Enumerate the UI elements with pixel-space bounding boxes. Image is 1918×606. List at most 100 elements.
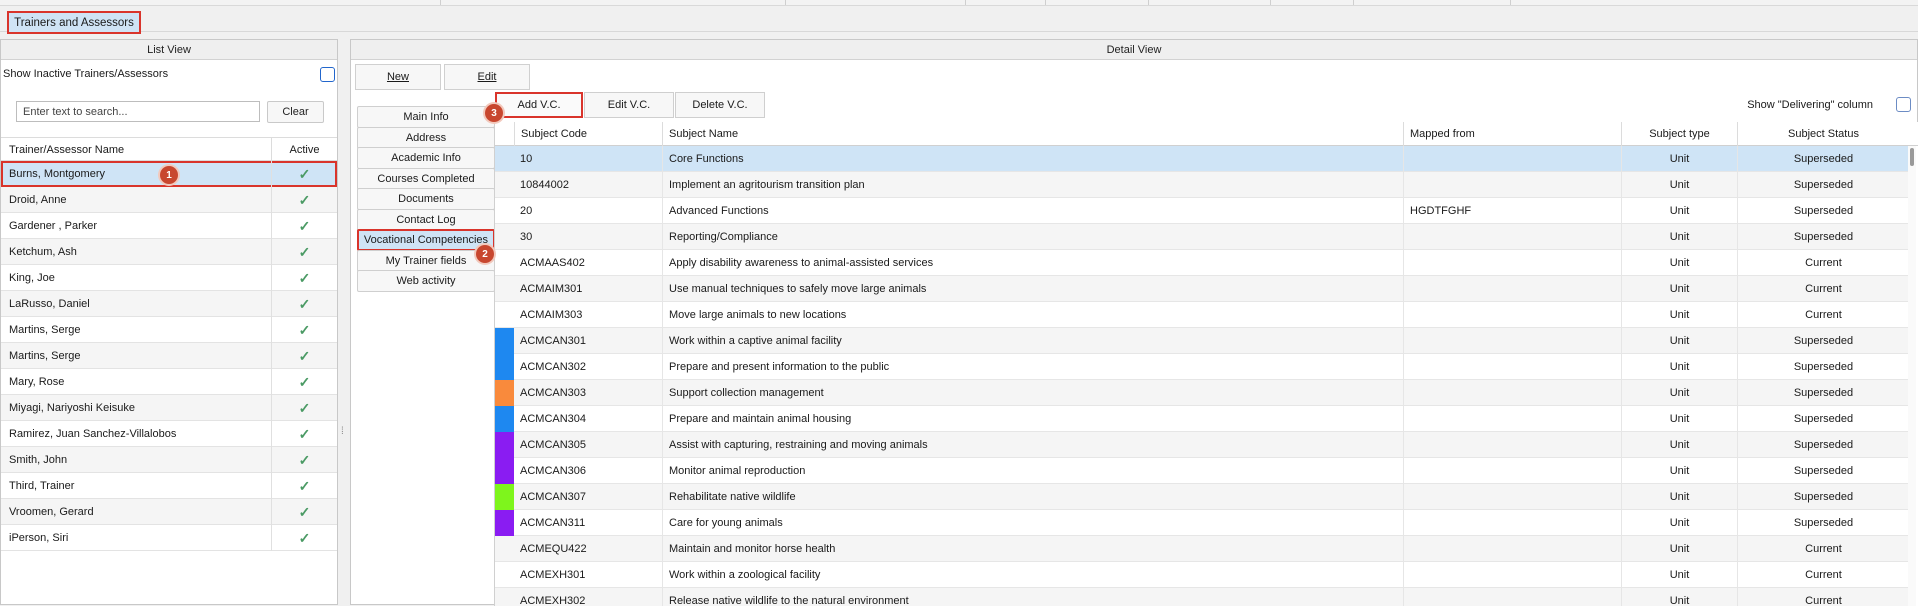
add-vc-button[interactable]: Add V.C.: [495, 92, 583, 118]
competency-row[interactable]: ACMAIM303 Move large animals to new locat…: [495, 302, 1909, 328]
show-delivering-label: Show "Delivering" column: [1747, 99, 1873, 111]
trainer-name: Droid, Anne: [9, 194, 67, 206]
clear-button[interactable]: Clear: [267, 101, 324, 123]
competency-row[interactable]: ACMAAS402 Apply disability awareness to a…: [495, 250, 1909, 276]
trainer-list-row[interactable]: Ketchum, Ash ✓: [1, 239, 337, 265]
cell-mapped: [1403, 458, 1621, 484]
detail-view-title: Detail View: [351, 40, 1917, 60]
competency-row[interactable]: ACMCAN303 Support collection management Un…: [495, 380, 1909, 406]
trainer-list-row[interactable]: Smith, John ✓: [1, 447, 337, 473]
competency-row[interactable]: ACMEXH302 Release native wildlife to the …: [495, 588, 1909, 606]
tab-trainers-and-assessors[interactable]: Trainers and Assessors: [7, 11, 141, 34]
column-header-subject-status[interactable]: Subject Status: [1737, 122, 1909, 146]
cell-name: Prepare and present information to the p…: [662, 354, 1403, 380]
trainer-list-row[interactable]: Third, Trainer ✓: [1, 473, 337, 499]
active-check-icon: ✓: [271, 499, 337, 525]
cell-code: 10: [520, 153, 533, 165]
row-color-indicator: [495, 510, 514, 536]
show-delivering-checkbox[interactable]: [1896, 97, 1911, 112]
show-inactive-checkbox[interactable]: [320, 67, 335, 82]
cell-name: Release native wildlife to the natural e…: [662, 588, 1403, 606]
column-header-subject-name[interactable]: Subject Name: [662, 122, 1403, 146]
cell-name: Work within a zoological facility: [662, 562, 1403, 588]
trainer-list-row[interactable]: Droid, Anne ✓: [1, 187, 337, 213]
column-header-name[interactable]: Trainer/Assessor Name: [9, 138, 124, 162]
grid-body: 10 Core Functions Unit Superseded 10844002 Im…: [495, 146, 1909, 606]
trainer-list-row[interactable]: Ramirez, Juan Sanchez-Villalobos ✓: [1, 421, 337, 447]
panel-splitter-handle[interactable]: ⁞: [341, 427, 347, 444]
delete-vc-button[interactable]: Delete V.C.: [675, 92, 765, 118]
active-check-icon: ✓: [271, 187, 337, 213]
side-tab-contact-log[interactable]: Contact Log: [357, 208, 495, 231]
trainer-list-row[interactable]: iPerson, Siri ✓: [1, 525, 337, 551]
cell-status: Superseded: [1737, 510, 1909, 536]
cell-mapped: [1403, 484, 1621, 510]
trainer-list-row[interactable]: LaRusso, Daniel ✓: [1, 291, 337, 317]
edit-vc-button[interactable]: Edit V.C.: [584, 92, 674, 118]
column-header-subject-code[interactable]: Subject Code: [514, 122, 662, 146]
competency-row[interactable]: ACMCAN311 Care for young animals Unit Super…: [495, 510, 1909, 536]
list-table-header: Trainer/Assessor Name Active: [1, 137, 337, 162]
active-check-icon: ✓: [271, 525, 337, 551]
cell-type: Unit: [1621, 432, 1737, 458]
search-input[interactable]: [16, 101, 260, 122]
cell-name: Rehabilitate native wildlife: [662, 484, 1403, 510]
competency-row[interactable]: ACMCAN301 Work within a captive animal fa…: [495, 328, 1909, 354]
new-button[interactable]: New: [355, 64, 441, 90]
competency-row[interactable]: ACMCAN306 Monitor animal reproduction Unit…: [495, 458, 1909, 484]
cell-code: 20: [520, 205, 533, 217]
side-tab-web-activity[interactable]: Web activity: [357, 270, 495, 292]
side-tab-courses-completed[interactable]: Courses Completed: [357, 167, 495, 190]
trainer-list: Burns, Montgomery ✓ Droid, Anne ✓ Gardener ,…: [1, 161, 337, 551]
competency-row[interactable]: ACMEXH301 Work within a zoological facili…: [495, 562, 1909, 588]
competency-row[interactable]: 20 Advanced Functions HGDTFGHF Unit Supersed…: [495, 198, 1909, 224]
competency-row[interactable]: ACMCAN304 Prepare and maintain animal hou…: [495, 406, 1909, 432]
competency-row[interactable]: ACMCAN305 Assist with capturing, restrain…: [495, 432, 1909, 458]
competency-row[interactable]: ACMCAN307 Rehabilitate native wildlife Uni…: [495, 484, 1909, 510]
cell-status: Current: [1737, 562, 1909, 588]
edit-button[interactable]: Edit: [444, 64, 530, 90]
cell-type: Unit: [1621, 276, 1737, 302]
side-tab-address[interactable]: Address: [357, 126, 495, 149]
cell-status: Superseded: [1737, 146, 1909, 172]
cell-status: Superseded: [1737, 406, 1909, 432]
trainer-list-row[interactable]: Martins, Serge ✓: [1, 317, 337, 343]
scrollbar-thumb[interactable]: [1910, 148, 1914, 166]
side-tab-main-info[interactable]: Main Info: [357, 106, 495, 128]
competency-row[interactable]: ACMEQU422 Maintain and monitor horse heal…: [495, 536, 1909, 562]
competency-row[interactable]: 10 Core Functions Unit Superseded: [495, 146, 1909, 172]
cell-type: Unit: [1621, 328, 1737, 354]
row-color-indicator: [495, 432, 514, 458]
column-header-mapped-from[interactable]: Mapped from: [1403, 122, 1621, 146]
active-check-icon: ✓: [271, 291, 337, 317]
trainer-list-row[interactable]: Martins, Serge ✓: [1, 343, 337, 369]
side-tab-my-trainer-fields[interactable]: My Trainer fields: [357, 249, 495, 272]
cell-code: ACMAIM301: [520, 283, 583, 295]
competency-row[interactable]: 30 Reporting/Compliance Unit Superseded: [495, 224, 1909, 250]
competency-row[interactable]: ACMCAN302 Prepare and present information…: [495, 354, 1909, 380]
cell-status: Superseded: [1737, 432, 1909, 458]
side-tab-documents[interactable]: Documents: [357, 188, 495, 210]
trainer-list-row[interactable]: Gardener , Parker ✓: [1, 213, 337, 239]
cell-code: ACMCAN311: [520, 517, 586, 529]
trainer-list-row[interactable]: Miyagi, Nariyoshi Keisuke ✓: [1, 395, 337, 421]
show-inactive-label: Show Inactive Trainers/Assessors: [3, 68, 169, 80]
competency-row[interactable]: 10844002 Implement an agritourism transit…: [495, 172, 1909, 198]
column-header-subject-type[interactable]: Subject type: [1621, 122, 1737, 146]
cell-code: 30: [520, 231, 533, 243]
trainer-name: Gardener , Parker: [9, 220, 98, 232]
vocational-competencies-grid: Subject Code Subject Name Mapped from Su…: [494, 122, 1918, 606]
column-header-active[interactable]: Active: [271, 138, 337, 162]
grid-vertical-scrollbar[interactable]: [1908, 146, 1916, 606]
cell-type: Unit: [1621, 536, 1737, 562]
trainer-name: Ramirez, Juan Sanchez-Villalobos: [9, 428, 177, 440]
side-tab-academic-info[interactable]: Academic Info: [357, 147, 495, 169]
trainer-list-row[interactable]: Mary, Rose ✓: [1, 369, 337, 395]
side-tab-vocational-competencies[interactable]: Vocational Competencies: [357, 229, 495, 251]
active-check-icon: ✓: [271, 161, 337, 187]
competency-row[interactable]: ACMAIM301 Use manual techniques to safely…: [495, 276, 1909, 302]
trainer-list-row[interactable]: King, Joe ✓: [1, 265, 337, 291]
trainer-list-row[interactable]: Vroomen, Gerard ✓: [1, 499, 337, 525]
cell-status: Current: [1737, 588, 1909, 606]
cell-code: ACMCAN301: [520, 335, 587, 347]
